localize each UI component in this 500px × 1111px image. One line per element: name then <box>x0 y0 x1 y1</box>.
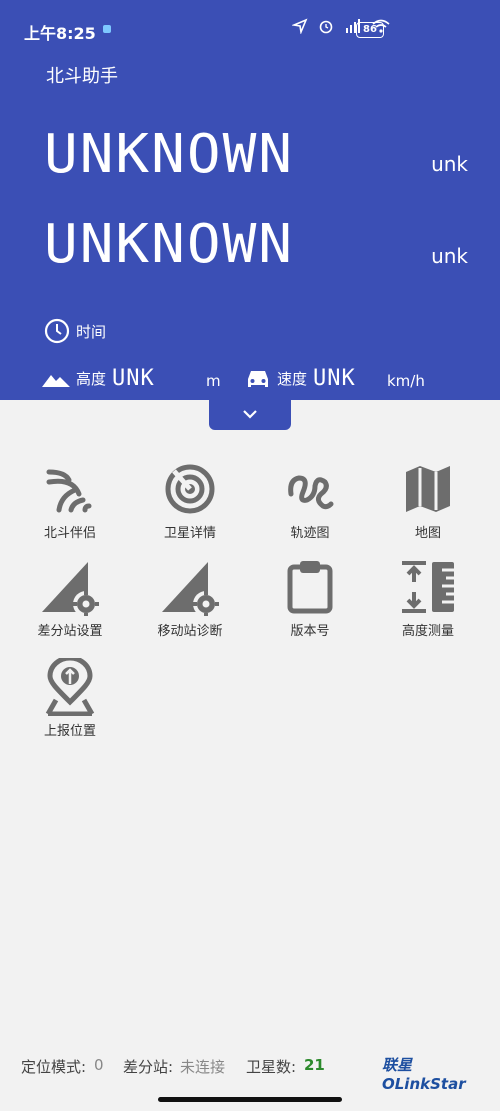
tile-label: 轨迹图 <box>290 526 330 541</box>
speed-label: 速度 <box>277 370 308 388</box>
tile-height-measurement[interactable]: 高度测量 <box>368 560 488 639</box>
altitude-value: UNK <box>112 366 155 391</box>
speed-row: 速度 UNK <box>245 366 356 391</box>
base-station-value: 未连接 <box>180 1058 226 1076</box>
longitude-unit: unk <box>431 244 468 268</box>
satellite-count-value: 21 <box>304 1056 325 1074</box>
tile-label: 卫星详情 <box>163 526 216 541</box>
tile-track-map[interactable]: 轨迹图 <box>250 462 370 541</box>
tile-report-location[interactable]: 上报位置 <box>10 658 130 739</box>
positioning-mode-value: 0 <box>94 1056 104 1074</box>
track-icon <box>288 475 334 510</box>
altitude-unit: m <box>206 372 221 390</box>
time-row: 时间 <box>44 318 106 344</box>
height-measure-icon <box>402 561 454 613</box>
time-label: 时间 <box>76 322 107 341</box>
report-location-icon <box>45 658 95 716</box>
tile-label: 地图 <box>414 526 441 541</box>
tile-satellite-details[interactable]: 卫星详情 <box>130 462 250 541</box>
map-icon <box>406 466 450 512</box>
chevron-down-icon <box>243 410 257 419</box>
home-indicator[interactable] <box>158 1097 342 1102</box>
altitude-label: 高度 <box>76 370 107 388</box>
clipboard-icon <box>287 561 333 614</box>
tile-version[interactable]: 版本号 <box>250 560 370 639</box>
base-station-settings-icon <box>42 562 99 616</box>
radar-icon <box>165 464 215 514</box>
longitude-value: UNKNOWN <box>44 213 295 276</box>
clock-icon <box>44 318 70 344</box>
tile-label: 版本号 <box>290 624 330 639</box>
tile-map[interactable]: 地图 <box>368 462 488 541</box>
signal-waves-icon <box>46 469 92 513</box>
battery-icon: 86 <box>356 22 384 38</box>
olinkstar-logo: 联星 OLinkStar <box>382 1056 466 1093</box>
tile-rover-diagnosis[interactable]: 移动站诊断 <box>130 560 250 639</box>
tile-label: 北斗伴侣 <box>43 526 96 541</box>
speed-value: UNK <box>313 366 356 391</box>
expand-toggle[interactable] <box>209 398 291 430</box>
positioning-mode-label: 定位模式: <box>21 1058 87 1076</box>
base-station-label: 差分站: <box>123 1058 174 1076</box>
satellite-count-label: 卫星数: <box>246 1058 297 1076</box>
header-panel: 上午8:25 86 北斗助手 UNKNOWN unk UNKNOWN unk 时… <box>0 0 500 400</box>
app-title: 北斗助手 <box>46 66 118 87</box>
status-time: 上午8:25 <box>24 24 96 43</box>
tile-beidou-companion[interactable]: 北斗伴侣 <box>10 462 130 541</box>
altitude-row: 高度 UNK <box>42 366 155 391</box>
latitude-unit: unk <box>431 152 468 176</box>
location-arrow-icon <box>292 18 308 34</box>
alarm-icon <box>319 20 333 34</box>
speed-unit: km/h <box>387 372 425 390</box>
latitude-value: UNKNOWN <box>44 123 295 186</box>
rover-diagnosis-icon <box>162 562 219 616</box>
tile-label: 差分站设置 <box>37 624 103 639</box>
tile-label: 高度测量 <box>401 624 454 639</box>
mountain-icon <box>42 374 70 387</box>
status-bar: 上午8:25 86 <box>0 0 500 60</box>
car-icon <box>248 370 268 387</box>
tile-label: 移动站诊断 <box>157 624 223 639</box>
notification-icon <box>103 25 111 33</box>
tile-base-station-settings[interactable]: 差分站设置 <box>10 560 130 639</box>
tile-label: 上报位置 <box>43 724 96 739</box>
